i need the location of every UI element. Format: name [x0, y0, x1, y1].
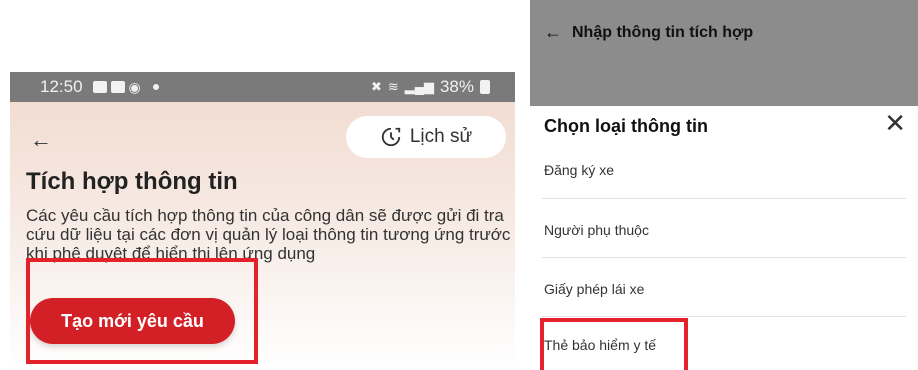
signal-icon: ▂▄▆ — [404, 79, 434, 94]
history-icon — [381, 127, 400, 147]
back-arrow-icon[interactable]: ← — [544, 22, 562, 43]
option-dependent[interactable]: Người phụ thuộc — [544, 222, 904, 238]
page-description: Các yêu cầu tích hợp thông tin của công … — [26, 206, 511, 263]
status-time: 12:50 — [40, 77, 83, 96]
divider — [542, 198, 906, 199]
top-bar: ← Nhập thông tin tích hợp — [530, 0, 918, 106]
right-screen: ← Nhập thông tin tích hợp Chọn loại thôn… — [530, 0, 918, 370]
back-arrow-icon[interactable]: ← — [30, 127, 52, 153]
battery-icon — [480, 80, 490, 94]
sheet-title: Chọn loại thông tin — [544, 116, 708, 136]
messenger-icon: ◉ — [128, 78, 141, 95]
divider — [542, 257, 906, 258]
wifi-icon: ≋ — [387, 79, 399, 94]
mute-icon: ✖ — [370, 79, 382, 94]
highlight-box-create-request — [26, 258, 258, 364]
option-vehicle-registration[interactable]: Đăng ký xe — [544, 162, 904, 178]
status-bar: 12:50 ◉ ✖ ≋ ▂▄▆ 38% — [10, 72, 515, 102]
history-button-label: Lịch sử — [409, 126, 473, 147]
gallery-icon — [92, 81, 107, 93]
left-screen: 12:50 ◉ ✖ ≋ ▂▄▆ 38% ← Lịch sử Tích hợp t… — [10, 0, 515, 370]
page-title: Tích hợp thông tin — [26, 168, 238, 195]
option-driver-license[interactable]: Giấy phép lái xe — [544, 281, 904, 297]
close-icon[interactable]: ✕ — [884, 108, 906, 139]
divider — [542, 316, 906, 317]
battery-percentage: 38% — [439, 77, 474, 96]
history-button[interactable]: Lịch sử — [346, 116, 506, 158]
highlight-box-health-insurance — [540, 318, 688, 370]
notification-dot-icon — [152, 84, 159, 90]
top-bar-title: Nhập thông tin tích hợp — [572, 24, 754, 41]
message-icon — [110, 81, 125, 93]
